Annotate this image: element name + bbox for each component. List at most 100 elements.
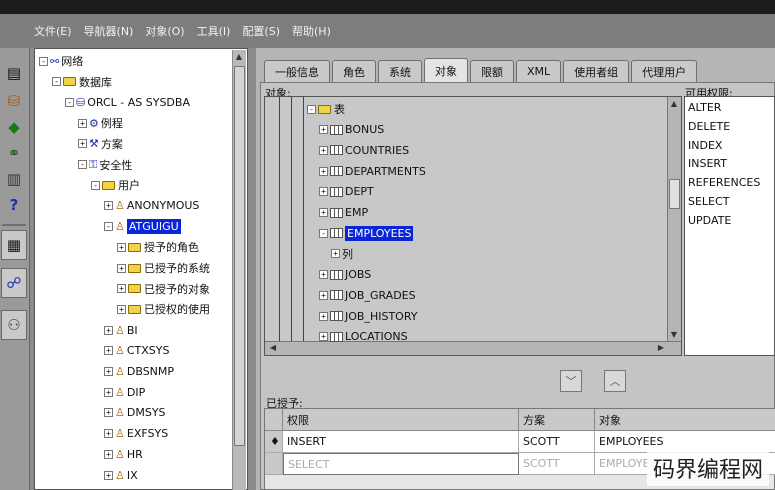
nav-tree-node[interactable]: + ♙ DMSYS <box>104 403 166 423</box>
menu-file[interactable]: 文件(E) <box>34 23 72 39</box>
trash-icon[interactable]: ▥ <box>3 168 25 190</box>
object-tree-node[interactable]: - EMPLOYEES <box>319 223 414 243</box>
object-tree-node[interactable]: -表 <box>307 99 345 119</box>
table-icon[interactable]: ▦ <box>1 230 27 260</box>
object-tree-node[interactable]: + 列 <box>331 244 353 264</box>
nav-tree-node[interactable]: + 已授予的对象 <box>117 279 210 299</box>
nav-tree-node[interactable]: + 授予的角色 <box>117 237 199 257</box>
nav-tree-node[interactable]: + ♙ IX <box>104 465 138 485</box>
column-header-schema[interactable]: 方案 <box>519 409 595 431</box>
object-tree-node[interactable]: + BONUS <box>319 120 384 140</box>
granted-cell-privilege[interactable]: INSERT <box>283 431 519 453</box>
object-tree-node[interactable]: + JOBS <box>319 265 371 285</box>
expand-icon[interactable]: + <box>104 470 113 480</box>
nav-tree-node[interactable]: - ♙ ATGUIGU <box>104 217 181 237</box>
nav-tree-node[interactable]: - ⛁ ORCL - AS SYSDBA <box>65 92 190 112</box>
privilege-item[interactable]: UPDATE <box>688 214 731 227</box>
privilege-item[interactable]: INSERT <box>688 157 727 170</box>
connect-icon[interactable]: ⚭ <box>3 142 25 164</box>
menu-navigator[interactable]: 导航器(N) <box>84 23 134 39</box>
grant-button[interactable]: ﹀ <box>560 370 582 392</box>
nav-tree-node[interactable]: + ⚙ 例程 <box>78 113 123 133</box>
expand-icon[interactable]: + <box>319 125 328 135</box>
expand-icon[interactable]: + <box>78 139 87 149</box>
tab-2[interactable]: 系统 <box>378 60 422 82</box>
object-tree-node[interactable]: + EMP <box>319 203 368 223</box>
scroll-thumb[interactable] <box>669 179 680 209</box>
granted-cell-schema[interactable]: SCOTT <box>519 453 595 475</box>
database-icon[interactable]: ⛁ <box>3 90 25 112</box>
expand-icon[interactable]: + <box>104 201 113 211</box>
tab-0[interactable]: 一般信息 <box>264 60 330 82</box>
expand-icon[interactable]: + <box>117 284 126 294</box>
cube-icon[interactable]: ◆ <box>3 116 25 138</box>
nav-tree-node[interactable]: - 数据库 <box>52 72 112 92</box>
users-icon[interactable]: ⚇ <box>1 310 27 340</box>
revoke-button[interactable]: ︿ <box>604 370 626 392</box>
nav-tree-node[interactable]: + 已授权的使用 <box>117 299 210 319</box>
expand-icon[interactable]: + <box>319 145 328 155</box>
expand-icon[interactable]: + <box>104 429 113 439</box>
nav-tree-node[interactable]: + ♙ ANONYMOUS <box>104 196 199 216</box>
expand-icon[interactable]: + <box>319 166 328 176</box>
scroll-right-icon[interactable]: ▶ <box>655 342 667 354</box>
menu-object[interactable]: 对象(O) <box>145 23 184 39</box>
expand-icon[interactable]: + <box>104 325 113 335</box>
scroll-up-icon[interactable]: ▲ <box>668 98 680 110</box>
tab-3[interactable]: 对象 <box>424 58 468 82</box>
expand-icon[interactable]: + <box>104 408 113 418</box>
privilege-item[interactable]: INDEX <box>688 139 722 152</box>
help-icon[interactable]: ? <box>3 194 25 216</box>
scroll-left-icon[interactable]: ◀ <box>267 342 279 354</box>
expand-icon[interactable]: + <box>117 304 126 314</box>
tab-1[interactable]: 角色 <box>332 60 376 82</box>
tab-5[interactable]: XML <box>516 60 562 82</box>
collapse-icon[interactable]: - <box>52 77 61 87</box>
nav-tree-node[interactable]: - ⚯ 网络 <box>39 51 83 71</box>
collapse-icon[interactable]: - <box>78 160 87 169</box>
expand-icon[interactable]: + <box>104 387 113 397</box>
expand-icon[interactable]: + <box>117 242 126 252</box>
nav-tree-node[interactable]: - 用户 <box>91 175 140 195</box>
nav-tree-node[interactable]: + ♙ CTXSYS <box>104 341 170 361</box>
collapse-icon[interactable]: - <box>307 104 316 114</box>
expand-icon[interactable]: + <box>319 208 328 217</box>
expand-icon[interactable]: + <box>117 263 126 273</box>
expand-icon[interactable]: + <box>319 311 328 321</box>
collapse-icon[interactable]: - <box>319 228 328 238</box>
object-tree-node[interactable]: + DEPARTMENTS <box>319 161 426 181</box>
nav-tree-node[interactable]: + ♙ EXFSYS <box>104 424 168 444</box>
privilege-item[interactable]: DELETE <box>688 120 730 133</box>
expand-icon[interactable]: + <box>331 249 340 259</box>
granted-cell-schema[interactable]: SCOTT <box>519 431 595 453</box>
column-header-privilege[interactable]: 权限 <box>283 409 519 431</box>
expand-icon[interactable]: + <box>319 332 328 342</box>
nav-tree-node[interactable]: + ⚒ 方案 <box>78 134 123 154</box>
expand-icon[interactable]: + <box>104 346 113 356</box>
expand-icon[interactable]: + <box>319 187 328 197</box>
expand-icon[interactable]: + <box>319 270 328 280</box>
collapse-icon[interactable]: - <box>91 180 100 190</box>
nav-tree-node[interactable]: - ⚿ 安全性 <box>78 155 132 175</box>
object-tree-scrollbar[interactable]: ▲ ▼ <box>667 97 681 342</box>
privilege-item[interactable]: REFERENCES <box>688 176 760 189</box>
menu-configuration[interactable]: 配置(S) <box>242 23 280 39</box>
privilege-item[interactable]: SELECT <box>688 195 729 208</box>
object-tree-node[interactable]: + COUNTRIES <box>319 140 409 160</box>
pane-splitter[interactable] <box>248 48 256 490</box>
object-tree-node[interactable]: + LOCATIONS <box>319 327 408 347</box>
nav-tree-node[interactable]: + ♙ DIP <box>104 382 145 402</box>
nav-tree-node[interactable]: + ♙ HR <box>104 444 143 464</box>
expand-icon[interactable]: + <box>104 367 113 376</box>
object-tree-node[interactable]: + JOB_GRADES <box>319 285 416 305</box>
tab-4[interactable]: 限额 <box>470 60 514 82</box>
nav-tree-node[interactable]: + ♙ DBSNMP <box>104 362 174 382</box>
object-tree-node[interactable]: + DEPT <box>319 182 374 202</box>
object-tree-node[interactable]: + JOB_HISTORY <box>319 306 417 326</box>
menu-help[interactable]: 帮助(H) <box>292 23 331 39</box>
collapse-icon[interactable]: - <box>65 97 74 107</box>
expand-icon[interactable]: + <box>104 449 113 459</box>
menu-tools[interactable]: 工具(I) <box>197 23 231 39</box>
column-header-object[interactable]: 对象 <box>595 409 775 431</box>
expand-icon[interactable]: + <box>78 118 87 128</box>
